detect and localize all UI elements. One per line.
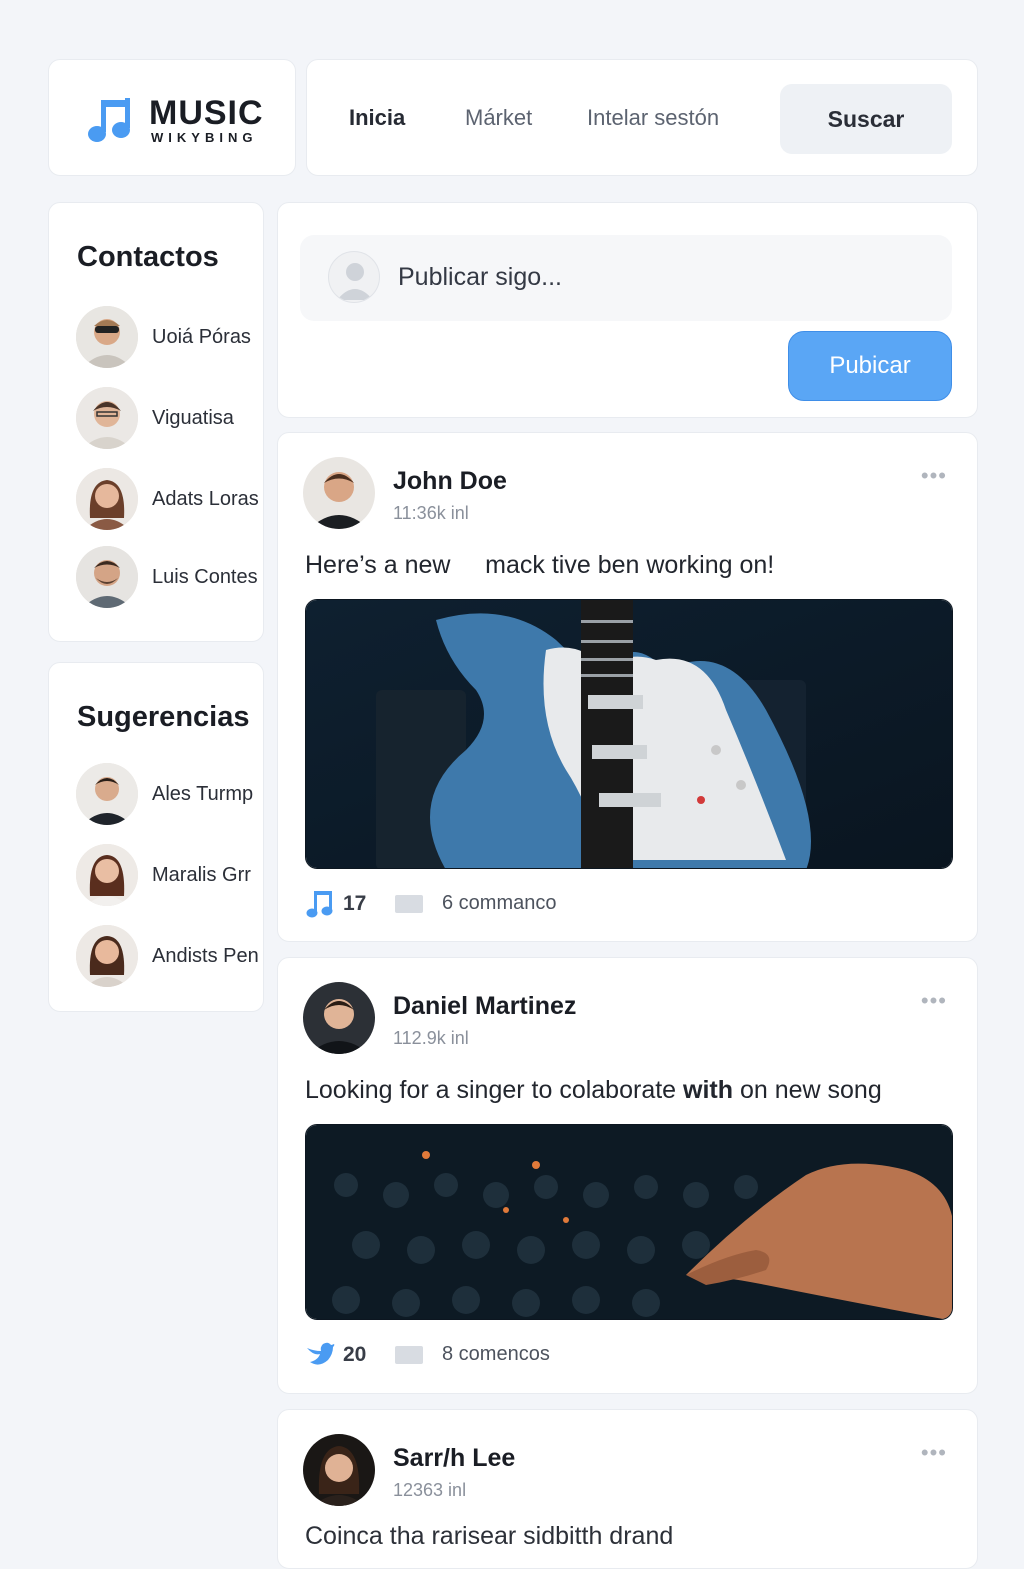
suggestion-name: Ales Turmp (152, 783, 254, 805)
comment-icon[interactable] (395, 895, 423, 913)
contact-item[interactable]: Luis Contes (76, 546, 276, 610)
music-note-icon (88, 98, 130, 142)
like-count: 20 (343, 1343, 367, 1366)
suggestion-name: Maralis Grr (152, 864, 251, 886)
logo-subtitle: WIKYBING (151, 130, 258, 145)
suggestion-item[interactable]: Andists Pen (76, 925, 276, 989)
contact-item[interactable]: Adats Loras (76, 468, 276, 532)
post-text-part: on new song (733, 1076, 882, 1104)
post-text-part: Looking for a singer to colaborate (305, 1076, 684, 1104)
avatar (76, 387, 138, 449)
avatar-placeholder-icon (328, 251, 380, 303)
avatar (76, 844, 138, 906)
avatar (76, 925, 138, 987)
contact-name: Viguatisa (152, 407, 234, 429)
contact-item[interactable]: Uoiá Póras (76, 306, 276, 370)
contacts-panel: Contactos Uoiá Póras Viguatisa Adats Lor… (48, 202, 264, 642)
avatar (76, 306, 138, 368)
post-stats: 17 6 commanco (305, 889, 905, 919)
comment-icon[interactable] (395, 1346, 423, 1364)
composer-placeholder: Publicar sigo... (398, 263, 562, 291)
post-author[interactable]: John Doe (393, 467, 507, 496)
avatar (76, 763, 138, 825)
contact-item[interactable]: Viguatisa (76, 387, 276, 451)
composer-input[interactable]: Publicar sigo... (300, 235, 952, 321)
avatar (76, 546, 138, 608)
music-note-icon[interactable] (305, 889, 335, 919)
post-composer: Publicar sigo... Pubicar (277, 202, 978, 418)
suggestion-item[interactable]: Ales Turmp (76, 763, 276, 827)
nav-link-inicia[interactable]: Inicia (349, 105, 405, 131)
post-text: Coinca tha rarisear sidbitth drand (305, 1522, 674, 1550)
top-nav: Inicia Márket Intelar sestón Suscar (306, 59, 978, 176)
suggestions-title: Sugerencias (77, 701, 250, 733)
contacts-title: Contactos (77, 241, 219, 273)
search-button[interactable]: Suscar (780, 84, 952, 154)
contact-name: Luis Contes (152, 566, 258, 588)
publish-button[interactable]: Pubicar (788, 331, 952, 401)
post-stats: 20 8 comencos (305, 1340, 905, 1370)
suggestion-item[interactable]: Maralis Grr (76, 844, 276, 908)
comment-count[interactable]: 6 commanco (442, 892, 557, 915)
avatar[interactable] (303, 457, 375, 529)
more-options-icon[interactable]: ••• (921, 463, 947, 489)
contact-name: Uoiá Póras (152, 326, 251, 348)
contact-name: Adats Loras (152, 488, 259, 510)
post-card: John Doe 11:36k inl ••• Here’s a new mac… (277, 432, 978, 942)
post-card: Daniel Martinez 112.9k inl ••• Looking f… (277, 957, 978, 1394)
mixing-console-image[interactable] (305, 1124, 953, 1320)
suggestion-name: Andists Pen (152, 945, 259, 967)
guitar-image[interactable] (305, 599, 953, 869)
post-author[interactable]: Daniel Martinez (393, 992, 576, 1021)
nav-link-intelar[interactable]: Intelar sestón (587, 105, 719, 131)
post-text: Here’s a new mack tive ben working on! (305, 551, 775, 579)
post-meta: 12363 inl (393, 1480, 467, 1500)
avatar[interactable] (303, 982, 375, 1054)
suggestions-panel: Sugerencias Ales Turmp Maralis Grr Andis… (48, 662, 264, 1012)
comment-count[interactable]: 8 comencos (442, 1343, 550, 1366)
avatar (76, 468, 138, 530)
logo-card[interactable]: MUSIC WIKYBING (48, 59, 296, 176)
more-options-icon[interactable]: ••• (921, 988, 947, 1014)
post-meta: 112.9k inl (393, 1028, 469, 1048)
more-options-icon[interactable]: ••• (921, 1440, 947, 1466)
post-text-bold: with (683, 1076, 734, 1104)
post-meta: 11:36k inl (393, 503, 469, 523)
post-author[interactable]: Sarr/h Lee (393, 1444, 515, 1473)
bird-icon[interactable] (305, 1340, 335, 1370)
post-text: Looking for a singer to colaborate with … (305, 1076, 882, 1105)
avatar[interactable] (303, 1434, 375, 1506)
like-count: 17 (343, 892, 367, 915)
logo-title: MUSIC (149, 94, 264, 132)
post-card: Sarr/h Lee 12363 inl ••• Coinca tha rari… (277, 1409, 978, 1569)
nav-link-market[interactable]: Márket (465, 105, 532, 131)
